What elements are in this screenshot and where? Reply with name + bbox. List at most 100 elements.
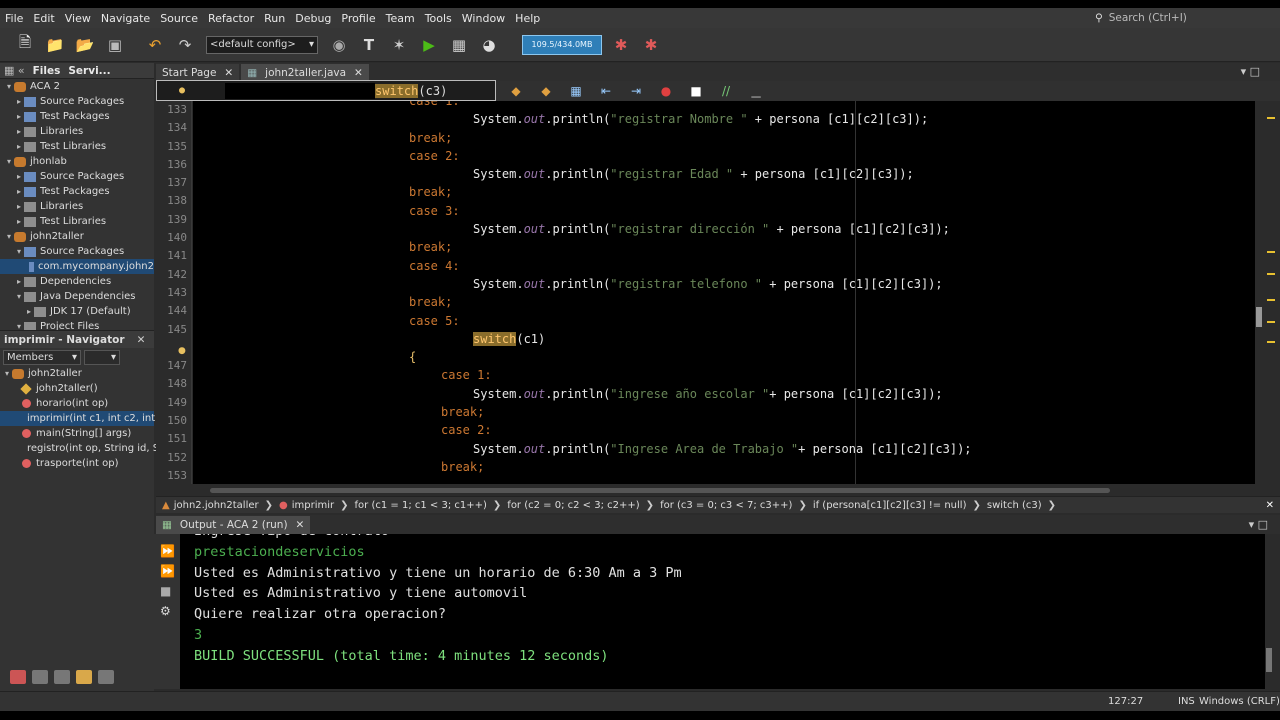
close-icon[interactable]: ✕ (354, 67, 363, 79)
tabs-dropdown-icon[interactable]: ▾ □ (1241, 65, 1260, 78)
tree-item[interactable]: ▸ Test Libraries (0, 214, 154, 229)
members-dropdown[interactable]: Members ▾ (3, 349, 81, 365)
code-line[interactable]: break; (193, 293, 1255, 311)
projects-icon[interactable]: ▦ « (0, 64, 29, 77)
tree-item[interactable]: ▸ JDK 17 (Default) (0, 304, 154, 319)
code-line[interactable]: System.out.println("registrar telefono "… (193, 275, 1255, 293)
shift-left-icon[interactable]: ⇤ (595, 80, 617, 102)
expand-icon[interactable]: ▸ (14, 109, 24, 124)
navigator-member[interactable]: registro(int op, String id, Str (0, 441, 167, 456)
menu-edit[interactable]: Edit (28, 12, 59, 25)
expand-icon[interactable]: ▸ (24, 304, 34, 319)
navigator-member[interactable]: john2taller() (0, 381, 154, 396)
expand-icon[interactable]: ▸ (14, 139, 24, 154)
expand-icon[interactable]: ▾ (14, 289, 24, 304)
navigator-member[interactable]: imprimir(int c1, int c2, int c3 (0, 411, 170, 426)
bulb-icon[interactable]: ● (178, 346, 186, 356)
menu-window[interactable]: Window (457, 12, 510, 25)
menu-source[interactable]: Source (155, 12, 203, 25)
menu-run[interactable]: Run (259, 12, 290, 25)
code-line[interactable]: case 2: (193, 421, 1255, 439)
find-popup[interactable]: ● switch(c3) (156, 80, 496, 101)
editor-vertical-scrollbar[interactable] (1255, 101, 1280, 484)
rerun-with-icon[interactable]: ⏩ (160, 564, 175, 578)
tree-item[interactable]: ▸ Source Packages (0, 169, 154, 184)
run-icon[interactable]: ▶ (418, 34, 440, 56)
bug-icon[interactable] (10, 670, 26, 684)
undo-icon[interactable]: ↶ (144, 34, 166, 56)
breadcrumb-method[interactable]: ● imprimir (273, 500, 340, 511)
close-icon[interactable]: ✕ (1266, 500, 1274, 511)
breadcrumb-for-c2[interactable]: for (c2 = 0; c2 < 3; c2++) (501, 500, 645, 511)
clean-build-hammer-icon[interactable]: T (358, 34, 380, 56)
tree-item[interactable]: ▸ Libraries (0, 124, 154, 139)
breadcrumb-for-c3[interactable]: for (c3 = 0; c3 < 7; c3++) (654, 500, 798, 511)
output-scrollbar[interactable] (1266, 648, 1272, 672)
code-line[interactable]: case 1: (193, 366, 1255, 384)
navigator-root[interactable]: ▾ john2taller (0, 366, 154, 381)
navigator-member[interactable]: main(String[] args) (0, 426, 154, 441)
tab-files[interactable]: Files (29, 65, 65, 77)
find-previous-icon[interactable]: ◆ (505, 80, 527, 102)
expand-icon[interactable]: ▾ (4, 229, 14, 244)
horizontal-scroll-thumb[interactable] (210, 488, 1110, 493)
menu-team[interactable]: Team (381, 12, 420, 25)
warning-marker[interactable] (1267, 117, 1275, 119)
debug-icon[interactable]: ▦ (448, 34, 470, 56)
tab-john2taller-java[interactable]: ▦ john2taller.java ✕ (241, 64, 369, 81)
breadcrumb-switch[interactable]: switch (c3) (981, 500, 1048, 511)
open-project-icon[interactable]: 📂 (74, 34, 96, 56)
navigator-member[interactable]: horario(int op) (0, 396, 154, 411)
code-line[interactable]: System.out.println("registrar dirección … (193, 220, 1255, 238)
breadcrumb-class[interactable]: ▲ john2.john2taller (156, 500, 265, 511)
expand-icon[interactable]: ▸ (14, 124, 24, 139)
warning-marker[interactable] (1267, 299, 1275, 301)
code-line[interactable]: break; (193, 129, 1255, 147)
breadcrumb-if[interactable]: if (persona[c1][c2][c3] != null) (807, 500, 973, 511)
navigator-member[interactable]: trasporte(int op) (0, 456, 154, 471)
lock-icon[interactable] (76, 670, 92, 684)
tab-output[interactable]: ▦ Output - ACA 2 (run) ✕ (156, 515, 311, 534)
expand-icon[interactable]: ▾ (14, 244, 24, 259)
tree-item[interactable]: ▸ Test Packages (0, 184, 154, 199)
tree-item[interactable]: ▾ jhonlab (0, 154, 154, 169)
tree-item[interactable]: com.mycompany.john2 (0, 259, 154, 274)
profile-icon[interactable]: ◕ (478, 34, 500, 56)
save-all-icon[interactable]: ▣ (104, 34, 126, 56)
tab-services[interactable]: Servi... (64, 65, 114, 77)
gc-icon[interactable]: ✱ (610, 34, 632, 56)
expand-icon[interactable]: ▸ (14, 199, 24, 214)
build-broom-icon[interactable]: ✶ (388, 34, 410, 56)
settings-icon[interactable]: ⚙ (160, 604, 171, 618)
tree-item[interactable]: ▸ Test Libraries (0, 139, 154, 154)
code-line[interactable]: System.out.println("Ingrese Area de Trab… (193, 440, 1255, 458)
code-line[interactable]: System.out.println("ingrese año escolar … (193, 385, 1255, 403)
scroll-thumb[interactable] (1256, 307, 1262, 327)
code-line[interactable]: { (193, 348, 1255, 366)
tree-item[interactable]: ▾ ACA 2 (0, 79, 154, 94)
menu-help[interactable]: Help (510, 12, 545, 25)
expand-icon[interactable]: ▸ (14, 184, 24, 199)
close-icon[interactable]: ✕ (137, 334, 146, 346)
expand-icon[interactable]: ▸ (14, 169, 24, 184)
tree-item[interactable]: ▾ john2taller (0, 229, 154, 244)
close-icon[interactable]: ✕ (224, 67, 233, 79)
stop-macro-icon[interactable]: ■ (685, 80, 707, 102)
menu-view[interactable]: View (60, 12, 96, 25)
new-file-icon[interactable]: 🗎 (14, 33, 36, 56)
shift-right-icon[interactable]: ⇥ (625, 80, 647, 102)
output-window-controls[interactable]: ▾ □ (1249, 518, 1268, 531)
warning-marker[interactable] (1267, 273, 1275, 275)
menu-navigate[interactable]: Navigate (96, 12, 155, 25)
comment-icon[interactable]: // (715, 80, 737, 102)
new-project-icon[interactable]: 📁 (44, 34, 66, 56)
warning-marker[interactable] (1267, 321, 1275, 323)
find-next-icon[interactable]: ◆ (535, 80, 557, 102)
config-dropdown[interactable]: <default config> ▾ (206, 35, 318, 54)
panel-icon[interactable] (54, 670, 70, 684)
code-line[interactable]: case 2: (193, 147, 1255, 165)
code-line[interactable]: case 3: (193, 202, 1255, 220)
memory-indicator[interactable]: 109.5/434.0MB (522, 34, 602, 55)
globe-icon[interactable]: ◉ (328, 34, 350, 56)
code-line[interactable]: case 5: (193, 312, 1255, 330)
